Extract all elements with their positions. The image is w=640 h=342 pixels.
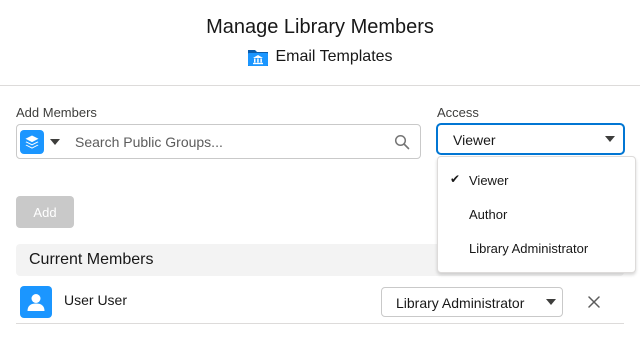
add-members-label: Add Members: [16, 105, 97, 120]
access-option-viewer[interactable]: ✔ Viewer: [438, 167, 635, 195]
access-option-label: Viewer: [469, 173, 509, 188]
user-icon: [20, 286, 52, 318]
check-icon: ✔: [450, 172, 461, 186]
group-search-input[interactable]: Search Public Groups...: [16, 124, 421, 159]
add-button[interactable]: Add: [16, 196, 74, 228]
member-name: User User: [64, 292, 128, 308]
group-type-picker[interactable]: [20, 130, 65, 154]
chevron-down-icon: [605, 136, 615, 142]
access-option-author[interactable]: Author: [438, 201, 635, 229]
access-selected-value: Viewer: [453, 132, 496, 148]
member-access-select[interactable]: Library Administrator: [381, 287, 563, 317]
access-option-label: Author: [469, 207, 508, 222]
chevron-down-icon: [546, 299, 556, 305]
search-icon: [394, 134, 410, 150]
member-access-value: Library Administrator: [396, 295, 525, 311]
access-option-library-administrator[interactable]: Library Administrator: [438, 235, 635, 263]
remove-member-button[interactable]: [584, 292, 604, 312]
chevron-down-icon: [50, 139, 60, 145]
modal-title: Manage Library Members: [206, 16, 434, 38]
modal-header: Manage Library Members Email Templates: [0, 0, 640, 86]
member-row: User User Library Administrator: [16, 280, 624, 324]
access-option-label: Library Administrator: [469, 241, 589, 256]
access-dropdown-menu: ✔ Viewer Author Library Administrator: [437, 156, 636, 273]
library-subtitle: Email Templates: [0, 47, 640, 67]
access-select[interactable]: Viewer: [437, 124, 624, 154]
current-members-title: Current Members: [29, 251, 154, 268]
layers-icon: [20, 130, 44, 154]
library-folder-icon: [247, 47, 269, 67]
library-name: Email Templates: [275, 48, 393, 65]
search-placeholder: Search Public Groups...: [75, 134, 223, 150]
close-icon: [588, 296, 600, 308]
access-label: Access: [437, 105, 479, 120]
